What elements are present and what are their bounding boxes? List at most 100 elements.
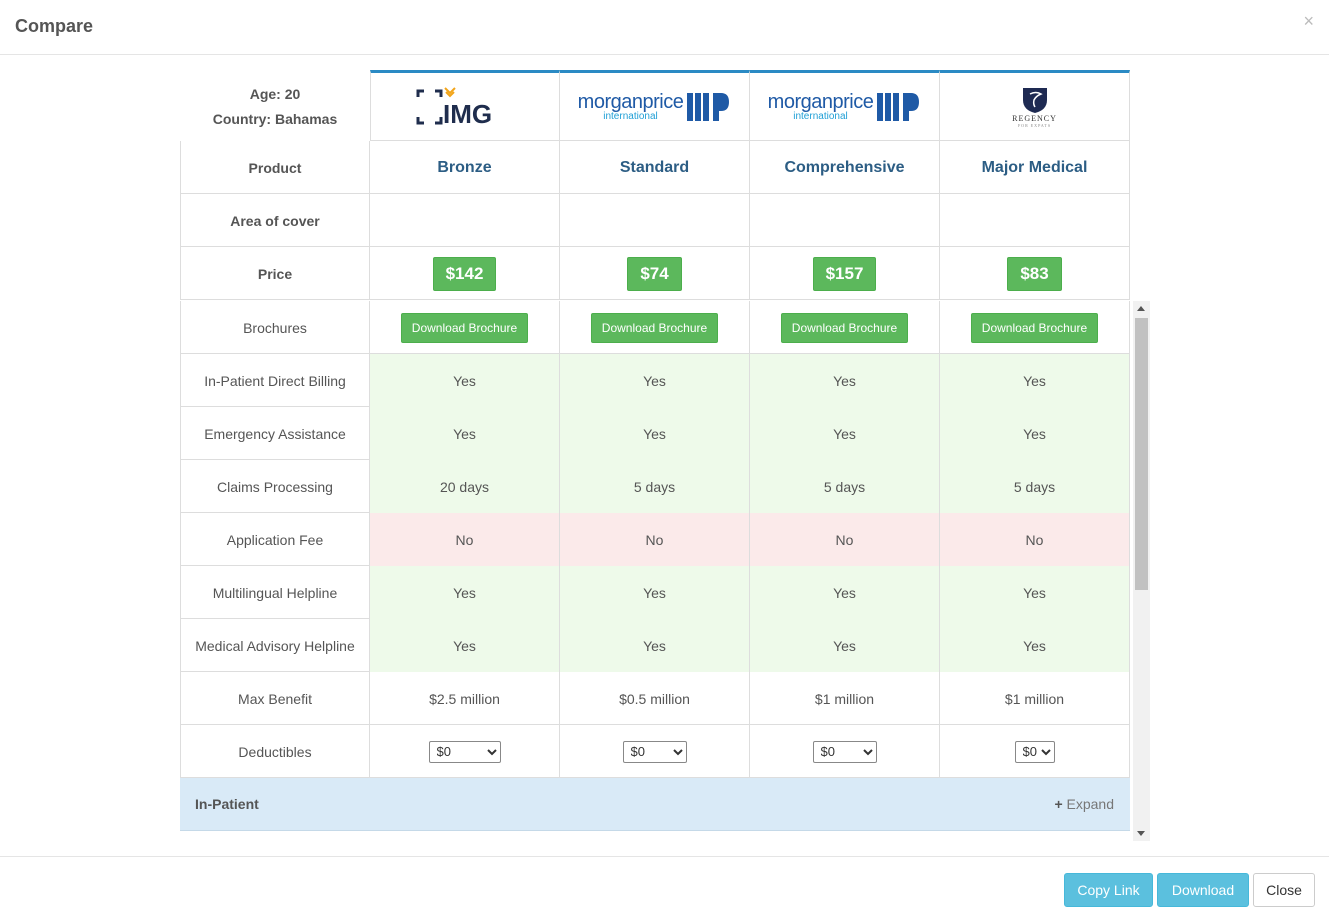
deductible-select[interactable]: $0 — [1014, 740, 1055, 763]
expand-label: Expand — [1066, 796, 1114, 812]
modal-title: Compare — [15, 16, 94, 36]
close-icon[interactable]: × — [1303, 12, 1314, 30]
row-label: Max Benefit — [180, 672, 370, 725]
logo-subtext: FOR EXPATS — [1017, 122, 1052, 128]
row-label: Area of cover — [180, 194, 370, 247]
multilingual-helpline-row: Multilingual Helpline Yes Yes Yes Yes — [180, 566, 1130, 619]
feature-value: 5 days — [560, 460, 750, 513]
deductible-select[interactable]: $0 — [812, 740, 877, 763]
customer-info: Age: 20 Country: Bahamas — [180, 70, 370, 141]
logo-subtext: international — [603, 110, 658, 122]
logo-wordmark: morganprice — [577, 90, 684, 113]
download-brochure-button[interactable]: Download Brochure — [400, 312, 529, 343]
feature-value: Yes — [750, 407, 940, 460]
feature-value: Yes — [560, 619, 750, 672]
feature-value: No — [370, 513, 560, 566]
feature-value: 20 days — [370, 460, 560, 513]
price-badge: $74 — [627, 256, 682, 291]
product-name: Bronze — [370, 141, 560, 194]
area-value — [370, 194, 560, 247]
price-badge: $83 — [1007, 256, 1062, 291]
compare-table: Age: 20 Country: Bahamas IMG morganprice… — [180, 70, 1150, 841]
price-row: Price $142 $74 $157 $83 — [180, 247, 1130, 300]
deductibles-row: Deductibles $0 $0 $0 $0 — [180, 725, 1130, 778]
area-value — [560, 194, 750, 247]
scroll-down-arrow-icon[interactable] — [1137, 831, 1145, 836]
scroll-thumb[interactable] — [1135, 318, 1148, 590]
feature-value: Yes — [370, 566, 560, 619]
provider-logo-cell: morganprice international — [560, 70, 750, 141]
price-badge: $157 — [812, 256, 877, 291]
deductible-select[interactable]: $0 — [622, 740, 687, 763]
claims-processing-row: Claims Processing 20 days 5 days 5 days … — [180, 460, 1130, 513]
feature-value: $1 million — [940, 672, 1130, 725]
deductible-select[interactable]: $0 — [428, 740, 501, 763]
feature-value: No — [560, 513, 750, 566]
feature-value: Yes — [560, 407, 750, 460]
feature-value: No — [940, 513, 1130, 566]
download-brochure-button[interactable]: Download Brochure — [970, 312, 1099, 343]
regency-logo: REGENCY FOR EXPATS — [1012, 86, 1057, 128]
copy-link-button[interactable]: Copy Link — [1064, 873, 1153, 907]
row-label: Medical Advisory Helpline — [180, 619, 370, 672]
product-name: Major Medical — [940, 141, 1130, 194]
img-logo: IMG — [415, 86, 515, 127]
feature-value: Yes — [370, 407, 560, 460]
feature-value: Yes — [940, 566, 1130, 619]
download-brochure-button[interactable]: Download Brochure — [590, 312, 719, 343]
logo-wordmark: morganprice — [767, 90, 874, 113]
row-label: In-Patient Direct Billing — [180, 354, 370, 407]
row-label: Multilingual Helpline — [180, 566, 370, 619]
provider-header-row: Age: 20 Country: Bahamas IMG morganprice… — [180, 70, 1130, 141]
row-label: Price — [180, 247, 370, 300]
provider-logo-cell: REGENCY FOR EXPATS — [940, 70, 1130, 141]
price-cell: $83 — [940, 247, 1130, 300]
price-badge: $142 — [432, 256, 497, 291]
area-value — [750, 194, 940, 247]
application-fee-row: Application Fee No No No No — [180, 513, 1130, 566]
row-label: Application Fee — [180, 513, 370, 566]
morgan-price-logo: morganprice international — [768, 91, 922, 123]
logo-subtext: international — [793, 110, 848, 122]
feature-value: $0.5 million — [560, 672, 750, 725]
provider-logo-cell: IMG — [370, 70, 560, 141]
download-brochure-button[interactable]: Download Brochure — [780, 312, 909, 343]
vertical-scrollbar[interactable] — [1133, 301, 1150, 841]
modal-footer: Copy Link Download Close — [0, 856, 1329, 920]
morgan-price-logo: morganprice international — [578, 91, 732, 123]
product-name: Standard — [560, 141, 750, 194]
plus-icon: + — [1054, 796, 1063, 812]
row-label: Claims Processing — [180, 460, 370, 513]
row-label: Brochures — [180, 301, 370, 354]
max-benefit-row: Max Benefit $2.5 million $0.5 million $1… — [180, 672, 1130, 725]
feature-value: No — [750, 513, 940, 566]
product-row: Product Bronze Standard Comprehensive Ma… — [180, 141, 1130, 194]
feature-value: $2.5 million — [370, 672, 560, 725]
feature-value: 5 days — [750, 460, 940, 513]
section-title: In-Patient — [195, 796, 259, 812]
download-button[interactable]: Download — [1157, 873, 1249, 907]
provider-logo-cell: morganprice international — [750, 70, 940, 141]
feature-value: Yes — [370, 354, 560, 407]
row-label: Product — [180, 141, 370, 194]
emergency-assistance-row: Emergency Assistance Yes Yes Yes Yes — [180, 407, 1130, 460]
svg-text:IMG: IMG — [443, 99, 492, 127]
area-of-cover-row: Area of cover — [180, 194, 1130, 247]
area-value — [940, 194, 1130, 247]
feature-value: Yes — [560, 566, 750, 619]
product-name: Comprehensive — [750, 141, 940, 194]
expand-toggle[interactable]: + Expand — [1054, 796, 1114, 812]
feature-value: 5 days — [940, 460, 1130, 513]
price-cell: $157 — [750, 247, 940, 300]
age-text: Age: 20 — [249, 86, 301, 102]
close-button[interactable]: Close — [1253, 873, 1315, 907]
inpatient-section-header[interactable]: In-Patient + Expand — [180, 778, 1130, 831]
inpatient-billing-row: In-Patient Direct Billing Yes Yes Yes Ye… — [180, 354, 1130, 407]
feature-value: Yes — [940, 407, 1130, 460]
brochures-row: Brochures Download Brochure Download Bro… — [180, 301, 1130, 354]
feature-value: Yes — [560, 354, 750, 407]
feature-value: Yes — [750, 619, 940, 672]
scroll-up-arrow-icon[interactable] — [1137, 306, 1145, 311]
feature-value: Yes — [370, 619, 560, 672]
price-cell: $74 — [560, 247, 750, 300]
